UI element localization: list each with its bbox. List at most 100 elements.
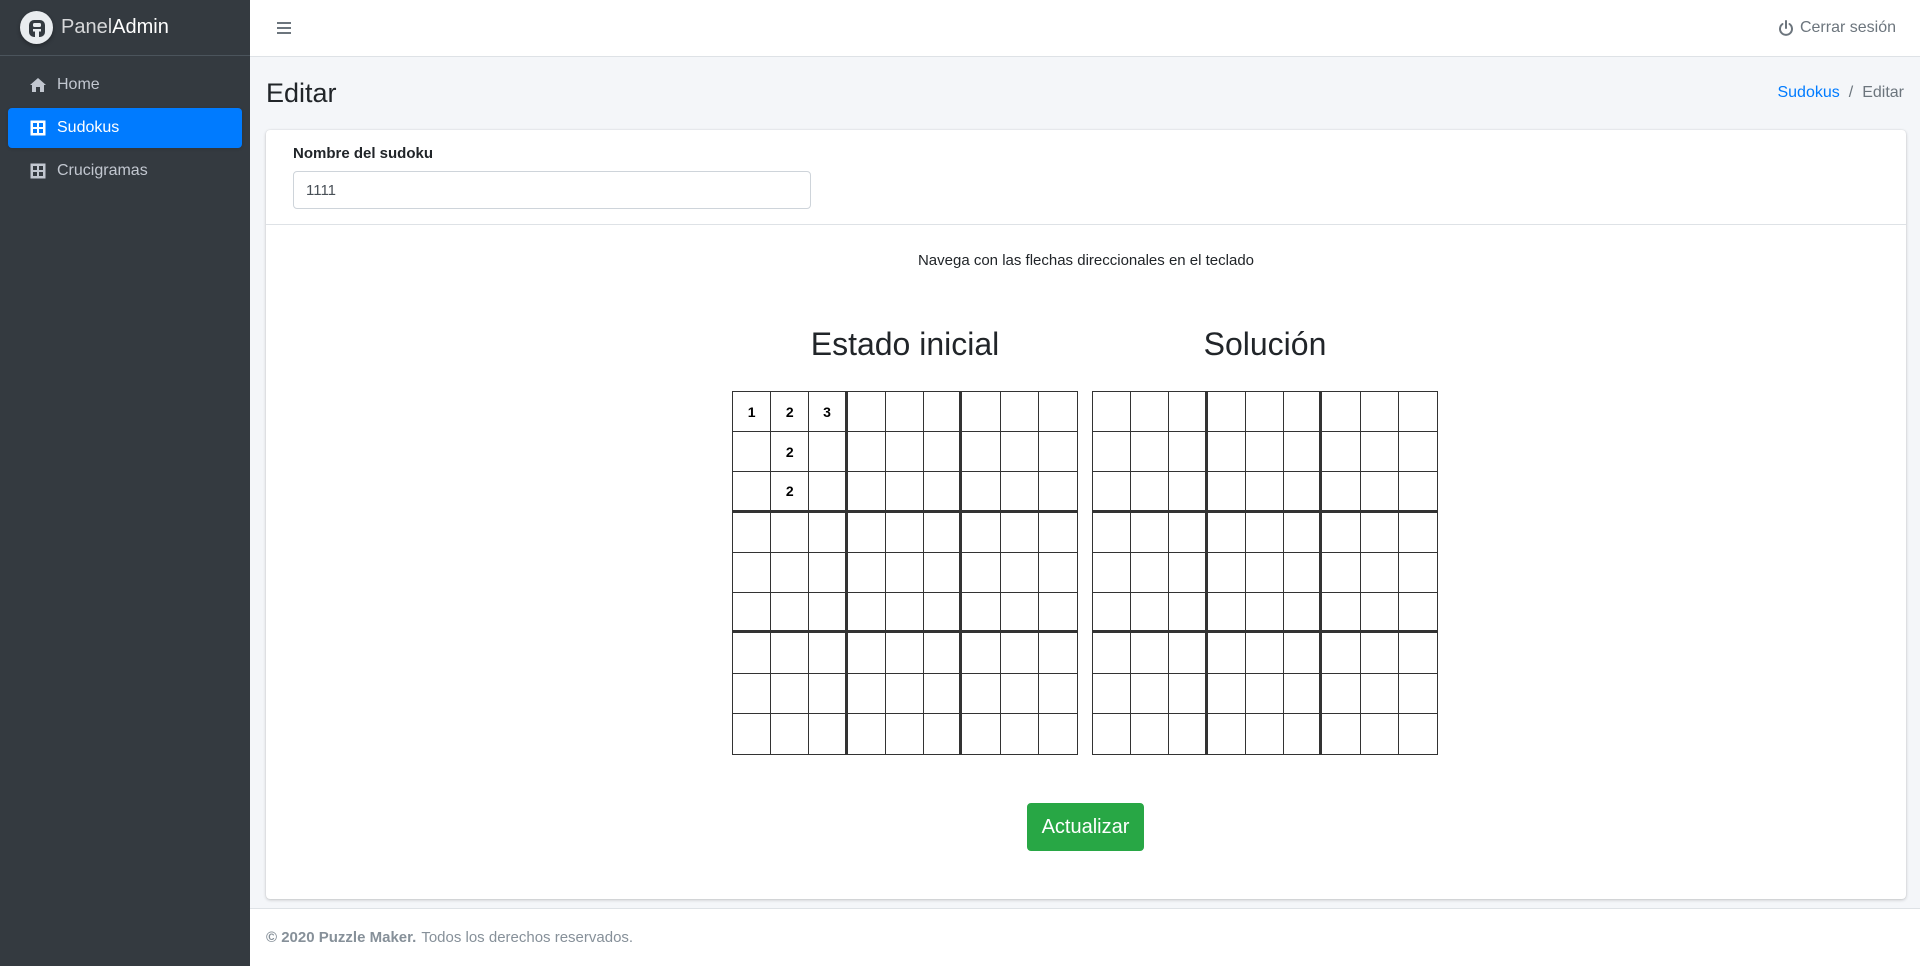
sudoku-cell[interactable]: [1284, 472, 1323, 513]
sudoku-cell[interactable]: [962, 432, 1001, 473]
sudoku-cell[interactable]: [1284, 593, 1323, 634]
sudoku-cell[interactable]: [1093, 633, 1132, 674]
sudoku-cell[interactable]: [1208, 713, 1246, 754]
sudoku-cell[interactable]: 2: [771, 432, 810, 473]
sudoku-cell[interactable]: [1000, 472, 1039, 513]
sudoku-cell[interactable]: [733, 673, 772, 714]
name-field[interactable]: [293, 171, 811, 209]
sudoku-cell[interactable]: [1360, 472, 1399, 513]
sudoku-cell[interactable]: [1001, 713, 1039, 754]
sudoku-cell[interactable]: [809, 593, 848, 634]
sudoku-cell[interactable]: [885, 432, 925, 473]
sudoku-cell[interactable]: [771, 512, 810, 553]
sudoku-cell[interactable]: [1284, 713, 1323, 754]
sudoku-cell[interactable]: [1000, 673, 1039, 714]
breadcrumb-link-sudokus[interactable]: Sudokus: [1777, 84, 1839, 102]
sudoku-cell[interactable]: [1038, 472, 1077, 513]
sudoku-cell[interactable]: [924, 512, 963, 553]
sudoku-cell[interactable]: [1360, 552, 1399, 594]
sudoku-cell[interactable]: [1038, 593, 1077, 634]
sudoku-cell[interactable]: [847, 552, 886, 594]
sudoku-cell[interactable]: [1322, 472, 1361, 513]
sudoku-cell[interactable]: [733, 593, 772, 634]
sudoku-cell[interactable]: 2: [771, 472, 810, 513]
sudoku-cell[interactable]: [847, 673, 886, 714]
sudoku-cell[interactable]: [1399, 714, 1437, 754]
sidebar-item-home[interactable]: Home: [8, 65, 242, 105]
sudoku-cell[interactable]: [885, 392, 925, 433]
sudoku-cell[interactable]: [1245, 552, 1285, 594]
sudoku-cell[interactable]: [885, 633, 925, 674]
sudoku-cell[interactable]: [847, 512, 886, 553]
sudoku-cell[interactable]: [771, 633, 810, 674]
sudoku-cell[interactable]: [1398, 432, 1437, 473]
sudoku-cell[interactable]: [809, 713, 848, 754]
sudoku-cell[interactable]: [809, 552, 848, 594]
sudoku-cell[interactable]: [1000, 593, 1039, 634]
sudoku-cell[interactable]: [962, 392, 1001, 433]
sudoku-cell[interactable]: [1398, 513, 1437, 553]
sudoku-cell[interactable]: [809, 633, 848, 674]
sudoku-cell[interactable]: 3: [809, 392, 848, 433]
sudoku-cell[interactable]: [924, 432, 963, 473]
sudoku-cell[interactable]: [1207, 593, 1246, 634]
sudoku-cell[interactable]: [924, 673, 963, 714]
sudoku-cell[interactable]: [924, 552, 963, 594]
sudoku-cell[interactable]: [1038, 553, 1077, 594]
sudoku-cell[interactable]: [1169, 512, 1208, 553]
sudoku-cell[interactable]: [1322, 633, 1361, 674]
sudoku-cell[interactable]: [1131, 432, 1170, 473]
sudoku-cell[interactable]: [924, 713, 963, 754]
sudoku-cell[interactable]: [1360, 512, 1399, 553]
sudoku-cell[interactable]: [885, 472, 925, 513]
sudoku-cell[interactable]: [1245, 432, 1285, 473]
sudoku-cell[interactable]: [1169, 713, 1208, 754]
sudoku-cell[interactable]: [1038, 513, 1077, 553]
sudoku-cell[interactable]: [1093, 432, 1132, 473]
sudoku-cell[interactable]: [1322, 673, 1361, 714]
sudoku-cell[interactable]: [1398, 553, 1437, 594]
sudoku-cell[interactable]: [1284, 512, 1323, 553]
sudoku-cell[interactable]: [733, 713, 772, 754]
sudoku-cell[interactable]: [1207, 512, 1246, 553]
sudoku-cell[interactable]: [1169, 552, 1208, 594]
sudoku-cell[interactable]: [1131, 633, 1170, 674]
sudoku-cell[interactable]: [1245, 512, 1285, 553]
sudoku-cell[interactable]: [1207, 552, 1246, 594]
sudoku-cell[interactable]: [962, 472, 1001, 513]
sudoku-cell[interactable]: [809, 432, 848, 473]
sudoku-cell[interactable]: [1245, 472, 1285, 513]
sudoku-cell[interactable]: [1245, 633, 1285, 674]
sudoku-cell[interactable]: [1245, 593, 1285, 634]
sudoku-cell[interactable]: [1360, 633, 1399, 674]
brand[interactable]: PanelAdmin: [0, 0, 250, 56]
sudoku-cell[interactable]: [1284, 392, 1323, 433]
sudoku-cell[interactable]: [733, 633, 772, 674]
sudoku-cell[interactable]: [733, 552, 772, 594]
sudoku-cell[interactable]: [1284, 432, 1323, 473]
sudoku-cell[interactable]: [885, 593, 925, 634]
sudoku-cell[interactable]: [1093, 512, 1132, 553]
sudoku-cell[interactable]: [1245, 673, 1285, 714]
sudoku-cell[interactable]: [962, 673, 1001, 714]
sudoku-cell[interactable]: [1207, 392, 1246, 433]
sudoku-cell[interactable]: [771, 593, 810, 634]
sudoku-cell[interactable]: [1246, 713, 1285, 754]
sudoku-cell[interactable]: [1360, 673, 1399, 714]
sidebar-item-sudokus[interactable]: Sudokus: [8, 108, 242, 148]
sudoku-cell[interactable]: [1131, 673, 1170, 714]
sudoku-cell[interactable]: [1093, 392, 1132, 433]
sudoku-cell[interactable]: [733, 512, 772, 553]
sudoku-cell[interactable]: [848, 713, 886, 754]
sudoku-cell[interactable]: [1360, 392, 1399, 433]
sudoku-cell[interactable]: [1169, 673, 1208, 714]
sudoku-cell[interactable]: [1207, 673, 1246, 714]
sudoku-cell[interactable]: 2: [771, 392, 810, 433]
logout-button[interactable]: Cerrar sesión: [1778, 19, 1896, 37]
hamburger-menu-icon[interactable]: [274, 18, 294, 38]
sudoku-cell[interactable]: [771, 673, 810, 714]
sudoku-cell[interactable]: [924, 633, 963, 674]
sudoku-cell[interactable]: [1131, 512, 1170, 553]
sudoku-cell[interactable]: [1245, 392, 1285, 433]
sudoku-cell[interactable]: [1000, 512, 1039, 553]
